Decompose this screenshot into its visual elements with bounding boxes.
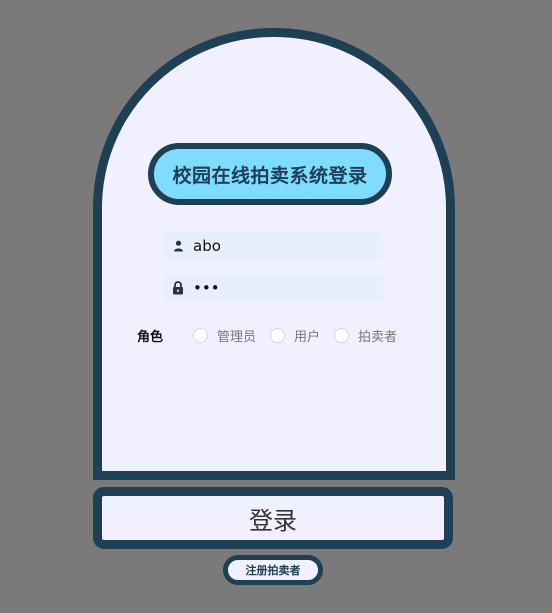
username-input[interactable]: abo	[193, 237, 221, 255]
password-input[interactable]: •••	[193, 279, 220, 297]
username-field[interactable]: abo	[163, 232, 383, 260]
register-auctioneer-button[interactable]: 注册拍卖者	[223, 555, 323, 585]
role-option-label: 管理员	[217, 329, 257, 345]
password-field[interactable]: •••	[163, 274, 383, 302]
radio-admin[interactable]	[193, 327, 208, 343]
role-option-admin[interactable]: 管理员	[193, 326, 256, 345]
user-icon	[163, 240, 193, 252]
radio-user[interactable]	[270, 327, 286, 343]
role-selector: 角色 管理员 用户 拍卖者	[137, 325, 411, 345]
role-label: 角色	[137, 329, 164, 345]
radio-auctioneer[interactable]	[334, 327, 350, 343]
role-option-label: 拍卖者	[358, 329, 398, 345]
login-button[interactable]: 登录	[93, 487, 453, 549]
page-title: 校园在线拍卖系统登录	[148, 143, 392, 205]
role-option-auctioneer[interactable]: 拍卖者	[334, 326, 397, 345]
role-option-label: 用户	[294, 329, 321, 345]
lock-icon	[163, 281, 193, 295]
role-option-user[interactable]: 用户	[270, 326, 320, 345]
